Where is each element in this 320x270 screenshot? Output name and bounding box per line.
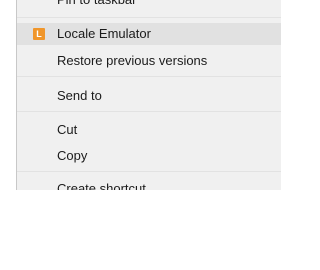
menu-item-pin-to-taskbar[interactable]: Pin to taskbar bbox=[17, 0, 281, 11]
menu-separator bbox=[17, 171, 281, 172]
menu-separator bbox=[17, 76, 281, 77]
menu-item-label: Copy bbox=[57, 148, 88, 163]
menu-separator bbox=[17, 111, 281, 112]
menu-item-label: Locale Emulator bbox=[57, 26, 151, 41]
menu-item-copy[interactable]: Copy bbox=[17, 145, 281, 167]
menu-item-restore-previous-versions[interactable]: Restore previous versions bbox=[17, 50, 281, 72]
menu-item-label: Create shortcut bbox=[57, 181, 146, 190]
blank-area bbox=[16, 190, 280, 270]
menu-item-label: Cut bbox=[57, 122, 78, 137]
context-menu: Pin to taskbar L Locale Emulator Restore… bbox=[16, 0, 281, 190]
menu-item-label: Restore previous versions bbox=[57, 53, 208, 68]
locale-emulator-icon: L bbox=[33, 28, 45, 40]
menu-separator bbox=[17, 17, 281, 18]
menu-item-create-shortcut[interactable]: Create shortcut bbox=[17, 178, 281, 190]
menu-item-label: Send to bbox=[57, 88, 102, 103]
menu-item-send-to[interactable]: Send to bbox=[17, 85, 281, 107]
menu-item-locale-emulator[interactable]: L Locale Emulator bbox=[17, 23, 281, 45]
menu-item-label: Pin to taskbar bbox=[57, 0, 137, 11]
screen: Pin to taskbar L Locale Emulator Restore… bbox=[0, 0, 281, 270]
menu-item-cut[interactable]: Cut bbox=[17, 119, 281, 141]
